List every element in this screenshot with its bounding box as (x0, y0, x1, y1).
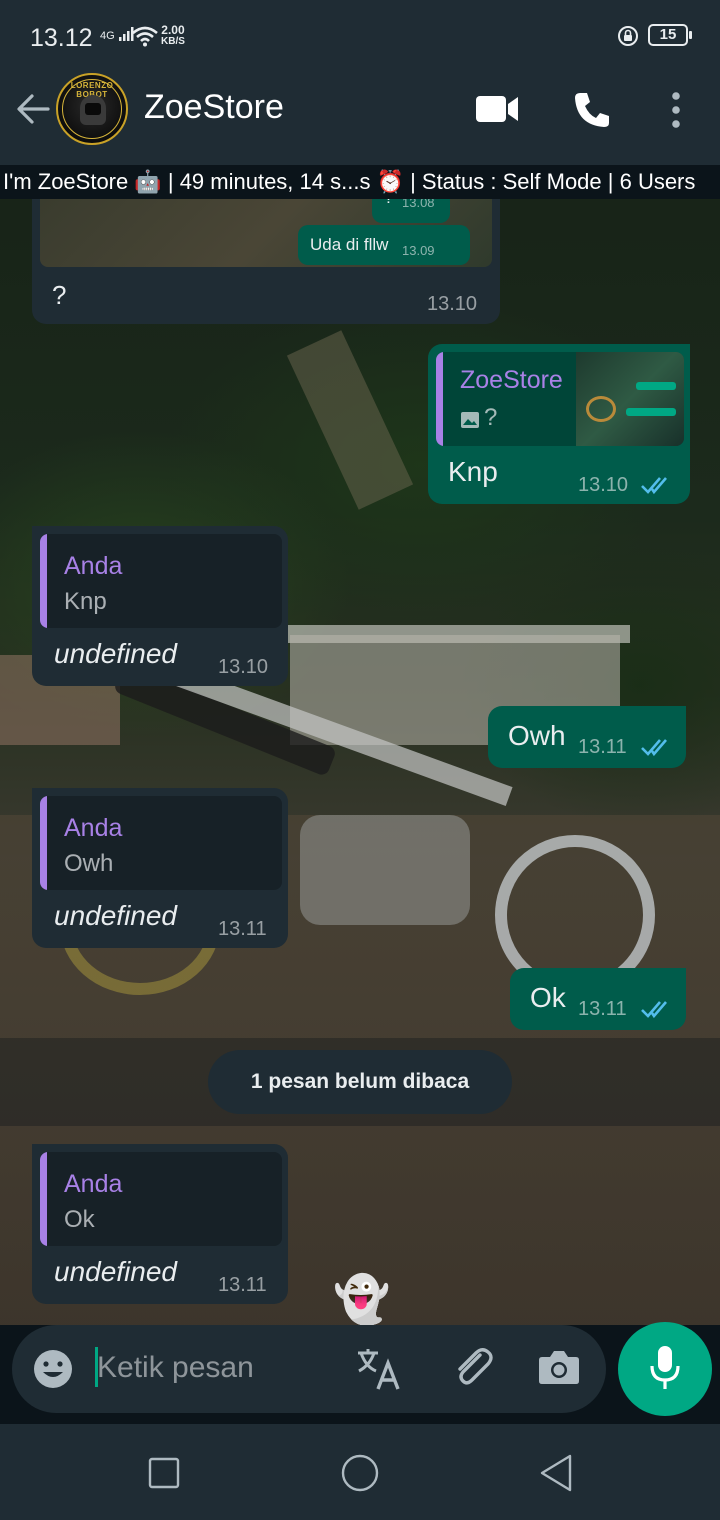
microphone-icon (650, 1346, 680, 1389)
image-icon (461, 412, 479, 428)
quoted-message[interactable]: Anda Owh (40, 796, 282, 890)
image-caption: ? (52, 280, 67, 310)
status-bar: 13.12 4G 2.00 KB/S 15 (0, 0, 720, 70)
message-text: undefined (54, 1256, 178, 1287)
ghost-emoji: 👻 (333, 1273, 391, 1325)
message-placeholder[interactable]: Ketik pesan (97, 1351, 254, 1385)
unread-messages-label: 1 pesan belum dibaca (208, 1050, 512, 1114)
message-text: Ok (530, 982, 566, 1013)
camera-icon[interactable] (538, 1349, 580, 1385)
network-type: 4G (100, 26, 134, 42)
quoted-message[interactable]: Anda Knp (40, 534, 282, 628)
quote-thumbnail (576, 352, 684, 446)
read-ticks-icon (641, 1001, 667, 1019)
message-time: 13.11 (578, 736, 627, 758)
thumbnail-line (626, 408, 676, 416)
bot-status-banner: I'm ZoeStore 🤖 | 49 minutes, 14 s...s ⏰ … (0, 165, 720, 199)
voice-call-icon[interactable] (572, 90, 612, 130)
quote-bar (40, 534, 47, 628)
image-mini-bubble: ? 13.08 (372, 199, 450, 223)
quote-text: ? (484, 404, 498, 431)
voice-message-button[interactable] (618, 1322, 712, 1416)
quote-bar (40, 1152, 47, 1246)
message-time: 13.11 (218, 918, 267, 940)
quoted-message[interactable]: Anda Ok (40, 1152, 282, 1246)
thumbnail-line (636, 382, 676, 390)
quote-author: Anda (64, 552, 123, 580)
speed-value: 2.00 (161, 23, 185, 37)
quote-author: ZoeStore (460, 366, 563, 394)
message-input[interactable]: Ketik pesan (12, 1325, 606, 1413)
incoming-message[interactable]: Anda Knp undefined 13.10 (32, 526, 288, 686)
message-time: 13.10 (218, 656, 269, 678)
outgoing-message[interactable]: Owh 13.11 (488, 706, 686, 768)
rotation-lock-icon (618, 26, 638, 46)
wifi-icon (132, 26, 158, 47)
image-mini-text: Uda di fllw (310, 235, 389, 254)
image-mini-time: 13.09 (402, 243, 435, 258)
back-nav-icon[interactable] (538, 1453, 574, 1493)
incoming-message[interactable]: Anda Ok undefined 13.11 (32, 1144, 288, 1304)
system-navigation-bar (0, 1424, 720, 1520)
network-label: 4G (100, 30, 115, 42)
image-mini-text: ? (384, 199, 393, 208)
thumbnail-wheel (586, 396, 616, 422)
translate-icon[interactable] (356, 1347, 402, 1391)
back-arrow-icon[interactable] (14, 90, 52, 128)
status-time: 13.12 (30, 24, 93, 52)
bot-status-text: I'm ZoeStore 🤖 | 49 minutes, 14 s...s ⏰ … (3, 169, 696, 194)
message-composer: Ketik pesan (0, 1322, 720, 1424)
incoming-message[interactable]: Anda Owh undefined 13.11 (32, 788, 288, 948)
quote-author: Anda (64, 1170, 123, 1198)
image-mini-bubble: Uda di fllw 13.09 (298, 225, 470, 265)
message-image[interactable]: ? 13.08 Uda di fllw 13.09 (40, 199, 492, 267)
home-icon[interactable] (340, 1453, 380, 1493)
attach-icon[interactable] (450, 1345, 496, 1391)
message-time: 13.11 (578, 998, 627, 1020)
outgoing-message[interactable]: Ok 13.11 (510, 968, 686, 1030)
wallpaper-tree (286, 330, 414, 510)
more-options-icon[interactable] (668, 90, 684, 130)
quote-author: Anda (64, 814, 123, 842)
contact-avatar[interactable]: LORENZO BOBOT (56, 73, 128, 145)
read-ticks-icon (641, 477, 667, 495)
quote-bar (40, 796, 47, 890)
battery-indicator: 15 (648, 24, 692, 46)
image-mini-time: 13.08 (402, 199, 435, 210)
quote-bar (436, 352, 443, 446)
quote-text: Knp (64, 588, 107, 615)
message-time: 13.10 (578, 474, 629, 496)
outgoing-message[interactable]: ZoeStore ? Knp 13.10 (428, 344, 690, 504)
wallpaper-motorbike-engine (300, 815, 470, 925)
quote-text: Ok (64, 1206, 95, 1233)
message-text: Owh (508, 720, 566, 751)
quoted-message[interactable]: ZoeStore ? (436, 352, 684, 446)
speed-unit: KB/S (161, 36, 185, 47)
network-speed: 2.00 KB/S (161, 24, 185, 48)
recent-apps-icon[interactable] (148, 1457, 180, 1489)
message-time: 13.11 (218, 1274, 267, 1296)
contact-name[interactable]: ZoeStore (144, 88, 284, 127)
read-ticks-icon (641, 739, 667, 757)
message-text: Knp (448, 456, 498, 487)
message-time: 13.10 (427, 293, 478, 315)
avatar-mask (85, 103, 101, 115)
quote-text: Owh (64, 850, 114, 877)
message-text: undefined (54, 638, 178, 669)
message-text: undefined (54, 900, 178, 931)
emoji-icon[interactable] (32, 1348, 74, 1390)
video-call-icon[interactable] (474, 94, 520, 124)
